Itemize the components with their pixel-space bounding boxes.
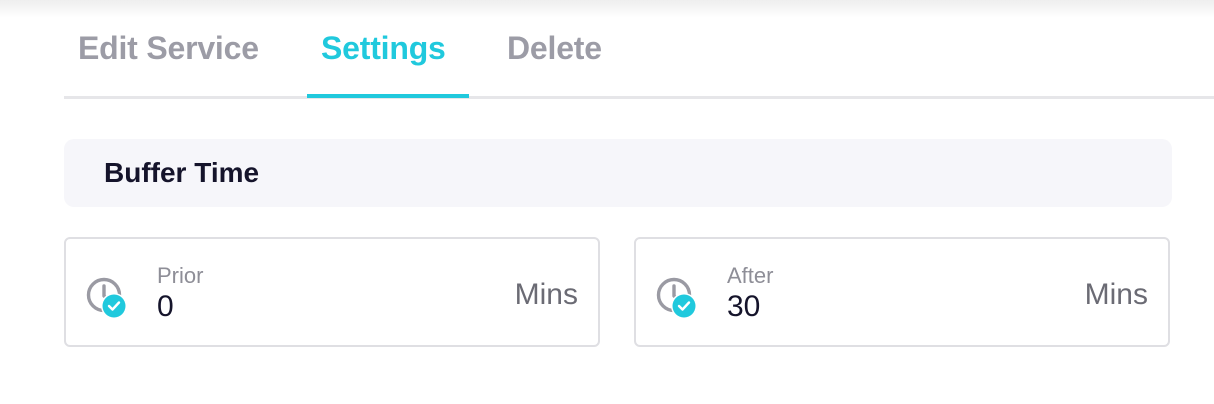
active-tab-indicator (307, 94, 469, 98)
after-label: After (727, 263, 774, 288)
after-unit: Mins (1084, 278, 1148, 311)
clock-check-icon (656, 277, 697, 319)
after-value[interactable]: 30 (727, 290, 760, 324)
prior-value[interactable]: 0 (157, 290, 174, 324)
tab-bar: Edit Service Settings Delete (64, 0, 1214, 99)
tab-delete[interactable]: Delete (507, 30, 602, 67)
section-title: Buffer Time (104, 157, 260, 188)
tab-edit-service[interactable]: Edit Service (78, 30, 259, 67)
prior-label: Prior (157, 263, 204, 288)
prior-buffer-field[interactable]: Prior 0 Mins (64, 237, 600, 347)
after-buffer-field[interactable]: After 30 Mins (634, 237, 1170, 347)
prior-unit: Mins (514, 278, 578, 311)
buffer-time-header: Buffer Time (64, 139, 1172, 207)
page: Edit Service Settings Delete Buffer Time… (0, 0, 1214, 404)
tab-settings[interactable]: Settings (321, 30, 446, 67)
clock-check-icon (86, 277, 127, 319)
